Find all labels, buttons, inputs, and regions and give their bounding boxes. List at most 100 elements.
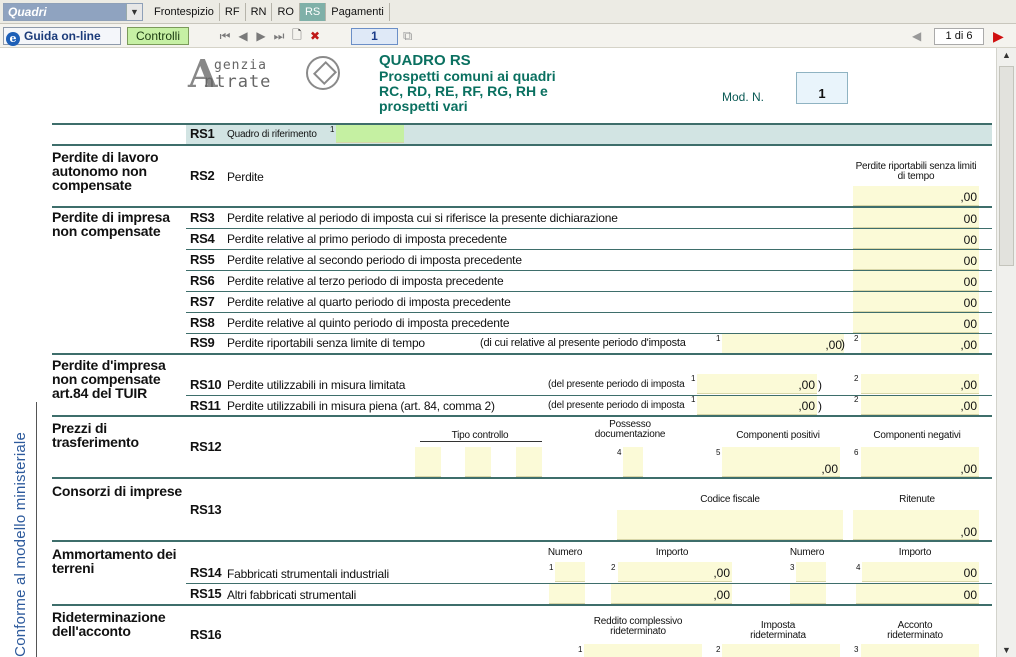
rs3-field[interactable]: 00: [853, 208, 979, 228]
prezzi-label: Prezzi di trasferimento: [52, 420, 139, 450]
rs16-field1[interactable]: [584, 644, 702, 657]
rs5-code: RS5: [190, 252, 215, 267]
guida-online-label: Guida on-line: [24, 29, 101, 43]
ammortamento-label: Ammortamento dei terreni: [52, 546, 177, 576]
rs8-field[interactable]: 00: [853, 313, 979, 333]
next-record-icon[interactable]: ▶: [252, 29, 270, 43]
tab-rf[interactable]: RF: [220, 3, 246, 21]
rs9-num2: 2: [854, 334, 859, 343]
rs9-field2[interactable]: ,00: [861, 334, 979, 354]
rs14-numero-field[interactable]: [555, 562, 585, 582]
rs14-importo-field[interactable]: ,00: [618, 562, 732, 582]
side-caption-text: Conforme al modello ministeriale: [11, 432, 29, 657]
rs15-desc: Altri fabbricati strumentali: [227, 588, 357, 602]
rs14-num1: 1: [549, 563, 554, 572]
tab-pagamenti[interactable]: Pagamenti: [326, 3, 390, 21]
side-divider: [36, 402, 37, 657]
perdite-art84-label: Perdite d'impresa non compensate art.84 …: [52, 357, 166, 401]
top-tab-bar: Quadri ▼ Frontespizio RF RN RO RS Pagame…: [0, 0, 1016, 24]
last-record-icon[interactable]: ⏭: [270, 29, 288, 44]
rs8-desc: Perdite relative al quinto periodo di im…: [227, 316, 510, 330]
rs15-numero2-field[interactable]: [790, 584, 826, 604]
rs15-importo2-field[interactable]: 00: [856, 584, 979, 604]
prev-page-icon[interactable]: ◀: [912, 29, 921, 43]
rs10-code: RS10: [190, 377, 222, 392]
vertical-scrollbar[interactable]: ▲ ▼: [996, 48, 1016, 657]
tab-frontespizio[interactable]: Frontespizio: [149, 3, 220, 21]
rs12-tipo2-field[interactable]: [465, 447, 491, 477]
rs11-field2[interactable]: ,00: [861, 396, 979, 415]
rs5-field[interactable]: 00: [853, 250, 979, 270]
rs9-field1[interactable]: ,00: [722, 334, 844, 354]
rs12-tipo1-field[interactable]: [415, 447, 441, 477]
first-record-icon[interactable]: ⏮: [216, 29, 234, 44]
page-number-field[interactable]: 1: [351, 28, 398, 45]
tab-rn[interactable]: RN: [246, 3, 273, 21]
rs11-field1[interactable]: ,00: [697, 396, 817, 415]
rs14-code: RS14: [190, 565, 222, 580]
rs12-num5: 5: [716, 448, 721, 457]
scroll-down-icon[interactable]: ▼: [1002, 645, 1011, 655]
section-divider: [52, 415, 992, 417]
guida-online-button[interactable]: e Guida on-line: [3, 27, 121, 46]
rs12-num4: 4: [617, 448, 622, 457]
rs13-codice-fiscale: Codice fiscale: [700, 494, 760, 505]
copy-page-icon[interactable]: ⧉: [403, 28, 412, 44]
rs14-numero2-field[interactable]: [796, 562, 826, 582]
rs12-tipo-controllo: Tipo controllo: [451, 430, 509, 441]
new-page-icon[interactable]: 🗋: [288, 26, 306, 47]
record-navigation: ⏮ ◀ ▶ ⏭ 🗋 ✖: [216, 28, 324, 44]
tab-ro[interactable]: RO: [272, 3, 300, 21]
rs16-field2[interactable]: [722, 644, 840, 657]
rs8-code: RS8: [190, 315, 215, 330]
side-caption: Conforme al modello ministeriale: [5, 432, 35, 657]
rs2-field[interactable]: ,00: [853, 186, 979, 206]
rs7-field[interactable]: 00: [853, 292, 979, 312]
section-divider: [52, 353, 992, 355]
prev-record-icon[interactable]: ◀: [234, 29, 252, 43]
rs13-codice-fiscale-field[interactable]: [617, 510, 843, 540]
rs10-desc: Perdite utilizzabili in misura limitata: [227, 378, 406, 392]
tab-rs[interactable]: RS: [299, 3, 327, 21]
chevron-down-icon[interactable]: ▼: [126, 4, 142, 20]
delete-page-icon[interactable]: ✖: [306, 29, 324, 43]
scroll-up-icon[interactable]: ▲: [1002, 50, 1011, 60]
mod-number-field[interactable]: 1: [796, 72, 848, 104]
rs16-col2: Imposta rideterminata: [750, 620, 806, 641]
rs10-field2[interactable]: ,00: [861, 374, 979, 394]
logo-line2: ntrate: [204, 72, 272, 92]
tipo-controllo-underline: [420, 441, 542, 442]
rs14-importo2-field[interactable]: 00: [862, 562, 979, 582]
rs12-tipo3-field[interactable]: [516, 447, 542, 477]
rs12-comp-pos-field[interactable]: ,00: [722, 447, 840, 477]
controlli-button[interactable]: Controlli: [127, 27, 189, 45]
rs16-col1: Reddito complessivo rideterminato: [593, 616, 683, 637]
rs15-numero-field[interactable]: [549, 584, 585, 604]
rs15-importo-field[interactable]: ,00: [611, 584, 732, 604]
form-area: Conforme al modello ministeriale A genzi…: [0, 48, 996, 657]
rs4-field[interactable]: 00: [853, 229, 979, 249]
toolbar: e Guida on-line Controlli ⏮ ◀ ▶ ⏭ 🗋 ✖ 1 ⧉…: [0, 24, 1016, 48]
rs16-field3[interactable]: [861, 644, 979, 657]
rs6-code: RS6: [190, 273, 215, 288]
rs1-field[interactable]: [336, 125, 404, 143]
rs12-comp-neg-field[interactable]: ,00: [861, 447, 979, 477]
rs13-ritenute-field[interactable]: ,00: [853, 510, 979, 540]
rs6-field[interactable]: 00: [853, 271, 979, 291]
quadri-select-value[interactable]: Quadri: [4, 4, 126, 20]
quadro-title: QUADRO RS: [379, 52, 471, 69]
rs10-field1[interactable]: ,00: [697, 374, 817, 394]
rs16-col3: Acconto rideterminato: [887, 620, 943, 641]
rs12-possesso-field[interactable]: [623, 447, 643, 477]
section-divider: [52, 604, 992, 606]
rs11-desc: Perdite utilizzabili in misura piena (ar…: [227, 399, 495, 413]
rs16-code: RS16: [190, 627, 222, 642]
next-page-icon[interactable]: ▶: [993, 28, 1004, 45]
rs2-desc: Perdite: [227, 170, 264, 184]
section-divider: [52, 540, 992, 542]
rideterminazione-label: Rideterminazione dell'acconto: [52, 609, 166, 639]
e-icon: e: [6, 32, 20, 46]
scroll-thumb[interactable]: [999, 66, 1014, 266]
quadri-select[interactable]: Quadri ▼: [3, 3, 143, 21]
agenzia-entrate-logo: A genzia ntrate: [186, 54, 346, 94]
